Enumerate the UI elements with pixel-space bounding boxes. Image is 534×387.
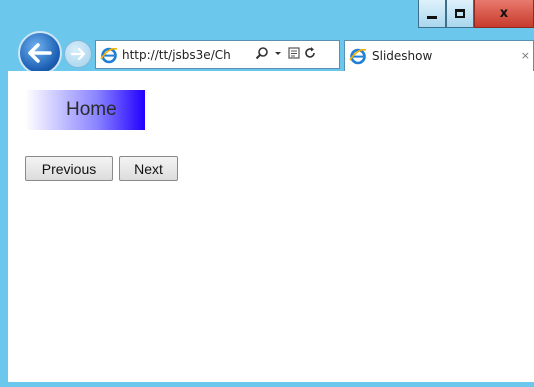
internet-explorer-icon [100,47,118,63]
previous-button[interactable]: Previous [25,156,113,181]
back-button[interactable] [18,31,62,75]
minimize-icon [427,16,437,19]
slide-navigation: Previous Next [25,156,178,181]
tab-favicon-icon [349,48,367,65]
back-arrow-icon [28,43,52,63]
minimize-button[interactable] [418,0,446,28]
forward-button[interactable] [64,40,92,68]
forward-arrow-icon [70,47,86,61]
slide-banner: Home [25,90,145,130]
tab-close-icon[interactable]: × [521,49,530,62]
close-button[interactable]: x [474,0,534,28]
address-bar[interactable]: http://tt/jsbs3e/Ch [95,40,340,69]
browser-window: x http://tt/jsbs3e/Ch Slideshow × Home P… [0,0,534,387]
tab-title: Slideshow [372,49,433,63]
refresh-icon[interactable] [302,46,318,64]
search-icon[interactable] [254,46,270,64]
next-button[interactable]: Next [119,156,178,181]
maximize-button[interactable] [446,0,474,28]
compatibility-view-icon[interactable] [286,46,302,64]
url-text[interactable]: http://tt/jsbs3e/Ch [122,48,254,62]
page-content: Home Previous Next [8,71,534,382]
slide-title: Home [66,99,117,120]
maximize-icon [455,9,465,18]
chevron-down-icon[interactable] [270,47,286,62]
close-icon: x [499,6,509,21]
tab-slideshow[interactable]: Slideshow × [344,40,534,71]
